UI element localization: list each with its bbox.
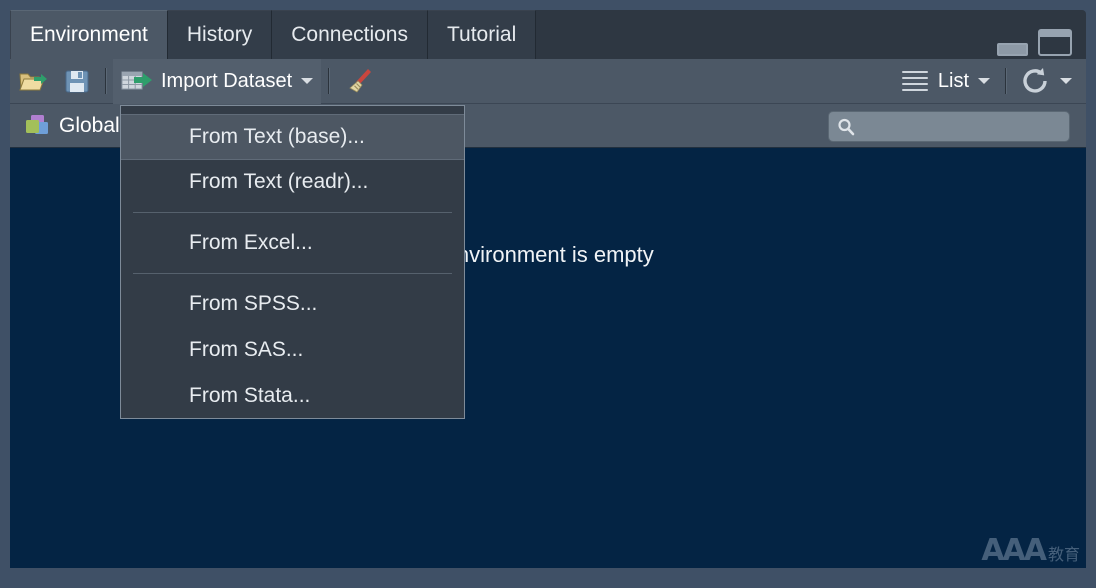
chevron-down-icon [301, 78, 313, 84]
menu-separator-2 [133, 273, 452, 274]
refresh-icon [1021, 67, 1051, 95]
import-dataset-menu: From Text (base)... From Text (readr)...… [120, 105, 465, 419]
menu-item-label: From SPSS... [189, 292, 317, 316]
tab-connections[interactable]: Connections [272, 10, 428, 59]
menu-item-from-sas[interactable]: From SAS... [121, 327, 464, 373]
load-workspace-button[interactable] [10, 59, 56, 104]
toolbar-separator-1 [105, 68, 106, 94]
broom-icon [344, 67, 374, 95]
save-workspace-button[interactable] [56, 59, 98, 104]
menu-item-from-text-base[interactable]: From Text (base)... [121, 114, 464, 160]
refresh-button[interactable] [1013, 59, 1086, 104]
menu-item-from-text-readr[interactable]: From Text (readr)... [121, 159, 464, 205]
toolbar-separator-3 [1005, 68, 1006, 94]
watermark: AAA 教育 [981, 536, 1080, 566]
rstudio-environment-pane: Environment History Connections Tutorial [0, 0, 1096, 588]
toolbar-separator-2 [328, 68, 329, 94]
search-input[interactable] [861, 118, 1056, 135]
import-dataset-label: Import Dataset [161, 70, 292, 93]
watermark-logo: AAA [981, 536, 1045, 566]
menu-item-from-excel[interactable]: From Excel... [121, 220, 464, 266]
menu-separator-1 [133, 212, 452, 213]
tab-connections-label: Connections [291, 23, 408, 47]
watermark-subtext: 教育 [1048, 547, 1080, 566]
chevron-down-icon-view [978, 78, 990, 84]
view-mode-button[interactable]: List [894, 59, 998, 104]
tab-environment[interactable]: Environment [10, 10, 168, 59]
floppy-save-icon [64, 68, 90, 94]
chevron-down-icon-refresh [1060, 78, 1072, 84]
menu-item-from-spss[interactable]: From SPSS... [121, 281, 464, 327]
maximize-icon[interactable] [1038, 29, 1072, 56]
menu-item-label: From Stata... [189, 384, 310, 408]
environment-toolbar: Import Dataset List [10, 59, 1086, 104]
tab-history-label: History [187, 23, 252, 47]
tab-tutorial[interactable]: Tutorial [428, 10, 536, 59]
tab-history[interactable]: History [168, 10, 272, 59]
menu-item-from-stata[interactable]: From Stata... [121, 373, 464, 419]
search-box[interactable] [828, 111, 1070, 142]
clear-objects-button[interactable] [336, 59, 382, 104]
view-mode-label: List [938, 70, 969, 93]
menu-item-label: From Text (base)... [189, 125, 365, 149]
window-controls [997, 24, 1072, 56]
menu-item-label: From Text (readr)... [189, 170, 368, 194]
environment-objects-icon [24, 114, 50, 138]
minimize-icon[interactable] [997, 43, 1028, 56]
grid-import-icon [121, 68, 153, 94]
import-dataset-button[interactable]: Import Dataset [113, 59, 321, 104]
menu-item-label: From SAS... [189, 338, 303, 362]
list-lines-icon [902, 67, 928, 95]
tab-bar: Environment History Connections Tutorial [10, 10, 1086, 59]
search-icon [837, 118, 855, 136]
tab-tutorial-label: Tutorial [447, 23, 516, 47]
open-folder-import-icon [18, 68, 48, 94]
tab-environment-label: Environment [30, 23, 148, 47]
menu-item-label: From Excel... [189, 231, 313, 255]
